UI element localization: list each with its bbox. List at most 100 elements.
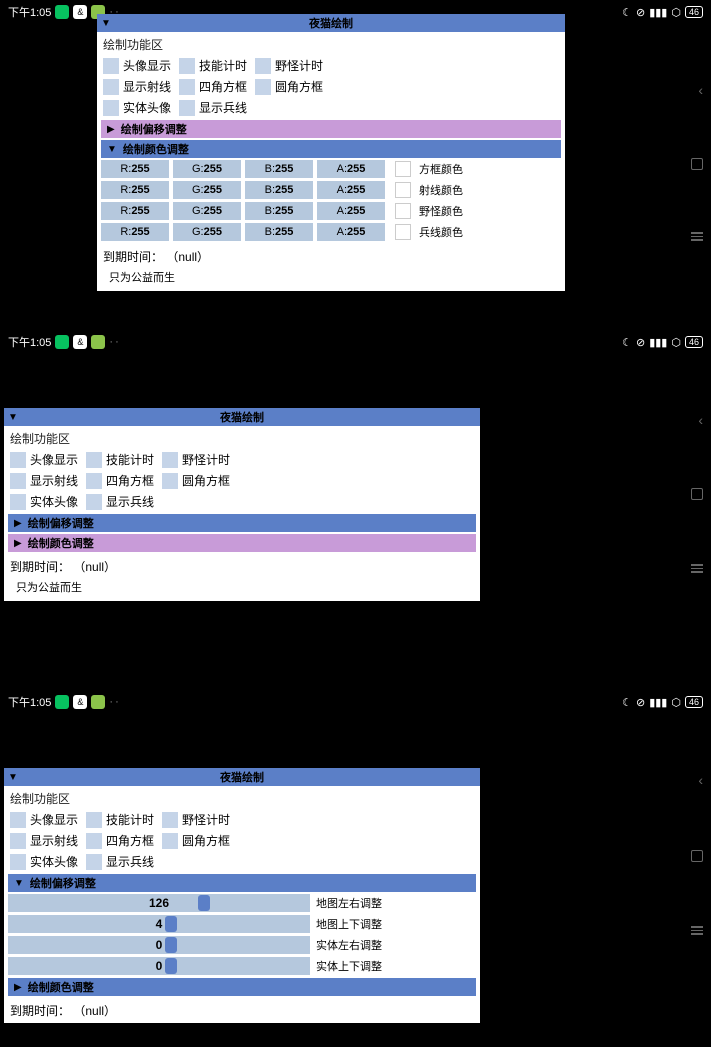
checkbox-grid: 头像显示 技能计时 野怪计时 显示射线 四角方框 圆角方框 实体头像 显示兵线	[97, 57, 565, 116]
checkbox-square-box[interactable]	[86, 473, 102, 489]
checkbox-label: 显示射线	[30, 832, 78, 849]
checkbox-round-box[interactable]	[162, 473, 178, 489]
checkbox-label: 技能计时	[106, 451, 154, 468]
checkbox-label: 技能计时	[106, 811, 154, 828]
checkbox-label: 实体头像	[30, 493, 78, 510]
r-value[interactable]: R:255	[101, 202, 169, 220]
r-value[interactable]: R:255	[101, 223, 169, 241]
slider-map-lr[interactable]: 126	[8, 894, 310, 912]
accordion-offset[interactable]: ▼ 绘制偏移调整	[8, 874, 476, 892]
checkbox-monster-timer[interactable]	[162, 452, 178, 468]
a-value[interactable]: A:255	[317, 202, 385, 220]
checkbox-avatar[interactable]	[10, 812, 26, 828]
checkbox-ray[interactable]	[103, 79, 119, 95]
checkbox-skill-timer[interactable]	[179, 58, 195, 74]
nav-back-icon[interactable]: ‹	[698, 772, 703, 788]
wechat-icon	[55, 5, 69, 19]
color-label: 兵线颜色	[419, 224, 463, 240]
g-value[interactable]: G:255	[173, 223, 241, 241]
slider-thumb[interactable]	[165, 937, 177, 953]
accordion-color[interactable]: ▶ 绘制颜色调整	[8, 978, 476, 996]
accordion-label: 绘制颜色调整	[123, 141, 189, 157]
r-value[interactable]: R:255	[101, 181, 169, 199]
g-value[interactable]: G:255	[173, 181, 241, 199]
accordion-color[interactable]: ▼ 绘制颜色调整	[101, 140, 561, 158]
checkbox-monster-timer[interactable]	[162, 812, 178, 828]
collapse-icon[interactable]: ▼	[97, 18, 111, 29]
nav-menu-icon[interactable]	[691, 564, 703, 573]
r-value[interactable]: R:255	[101, 160, 169, 178]
checkbox-round-box[interactable]	[255, 79, 271, 95]
color-checkbox[interactable]	[395, 161, 411, 177]
checkbox-skill-timer[interactable]	[86, 452, 102, 468]
overlay-panel[interactable]: ▼ 夜猫绘制 绘制功能区 头像显示 技能计时 野怪计时 显示射线 四角方框 圆角…	[97, 14, 565, 291]
checkbox-minion-line[interactable]	[86, 854, 102, 870]
panel-titlebar[interactable]: ▼ 夜猫绘制	[97, 14, 565, 32]
chevron-down-icon: ▼	[14, 878, 24, 889]
checkbox-skill-timer[interactable]	[86, 812, 102, 828]
a-value[interactable]: A:255	[317, 223, 385, 241]
checkbox-avatar[interactable]	[10, 452, 26, 468]
nav-recent-icon[interactable]	[691, 850, 703, 862]
color-checkbox[interactable]	[395, 203, 411, 219]
nav-back-icon[interactable]: ‹	[698, 412, 703, 428]
color-checkbox[interactable]	[395, 182, 411, 198]
checkbox-round-box[interactable]	[162, 833, 178, 849]
checkbox-label: 野怪计时	[275, 57, 323, 74]
g-value[interactable]: G:255	[173, 160, 241, 178]
slider-thumb[interactable]	[165, 958, 177, 974]
nav-back-icon[interactable]: ‹	[698, 82, 703, 98]
section-label: 绘制功能区	[4, 786, 480, 811]
b-value[interactable]: B:255	[245, 160, 313, 178]
panel-titlebar[interactable]: ▼ 夜猫绘制	[4, 768, 480, 786]
expiry-label: 到期时间：	[103, 250, 163, 264]
checkbox-solid-avatar[interactable]	[10, 854, 26, 870]
slider-entity-lr[interactable]: 0	[8, 936, 310, 954]
a-value[interactable]: A:255	[317, 160, 385, 178]
panel-titlebar[interactable]: ▼ 夜猫绘制	[4, 408, 480, 426]
checkbox-avatar[interactable]	[103, 58, 119, 74]
expiry-label: 到期时间：	[10, 560, 70, 574]
expiry-row: 到期时间： （null）	[4, 998, 480, 1023]
chevron-right-icon: ▶	[107, 124, 115, 135]
chevron-right-icon: ▶	[14, 538, 22, 549]
accordion-offset[interactable]: ▶ 绘制偏移调整	[101, 120, 561, 138]
app-icon-2: &	[73, 335, 87, 349]
dnd-icon: ⊘	[636, 336, 645, 349]
nav-menu-icon[interactable]	[691, 926, 703, 935]
overlay-panel[interactable]: ▼ 夜猫绘制 绘制功能区 头像显示 技能计时 野怪计时 显示射线 四角方框 圆角…	[4, 768, 480, 1023]
slider-thumb[interactable]	[165, 916, 177, 932]
slider-label: 实体上下调整	[316, 958, 382, 974]
nav-recent-icon[interactable]	[691, 488, 703, 500]
accordion-color[interactable]: ▶ 绘制颜色调整	[8, 534, 476, 552]
slider-map-ud[interactable]: 4	[8, 915, 310, 933]
collapse-icon[interactable]: ▼	[4, 772, 18, 783]
collapse-icon[interactable]: ▼	[4, 412, 18, 423]
checkbox-square-box[interactable]	[86, 833, 102, 849]
overlay-panel[interactable]: ▼ 夜猫绘制 绘制功能区 头像显示 技能计时 野怪计时 显示射线 四角方框 圆角…	[4, 408, 480, 601]
b-value[interactable]: B:255	[245, 181, 313, 199]
b-value[interactable]: B:255	[245, 202, 313, 220]
checkbox-minion-line[interactable]	[179, 100, 195, 116]
checkbox-solid-avatar[interactable]	[103, 100, 119, 116]
g-value[interactable]: G:255	[173, 202, 241, 220]
slider-value: 126	[149, 896, 169, 910]
slider-entity-ud[interactable]: 0	[8, 957, 310, 975]
checkbox-solid-avatar[interactable]	[10, 494, 26, 510]
color-checkbox[interactable]	[395, 224, 411, 240]
accordion-label: 绘制偏移调整	[121, 121, 187, 137]
checkbox-minion-line[interactable]	[86, 494, 102, 510]
accordion-offset[interactable]: ▶ 绘制偏移调整	[8, 514, 476, 532]
checkbox-label: 四角方框	[106, 472, 154, 489]
checkbox-square-box[interactable]	[179, 79, 195, 95]
checkbox-monster-timer[interactable]	[255, 58, 271, 74]
checkbox-ray[interactable]	[10, 833, 26, 849]
checkbox-label: 野怪计时	[182, 811, 230, 828]
nav-menu-icon[interactable]	[691, 232, 703, 241]
slider-thumb[interactable]	[198, 895, 210, 911]
a-value[interactable]: A:255	[317, 181, 385, 199]
b-value[interactable]: B:255	[245, 223, 313, 241]
nav-recent-icon[interactable]	[691, 158, 703, 170]
battery-icon: 46	[685, 336, 703, 348]
checkbox-ray[interactable]	[10, 473, 26, 489]
